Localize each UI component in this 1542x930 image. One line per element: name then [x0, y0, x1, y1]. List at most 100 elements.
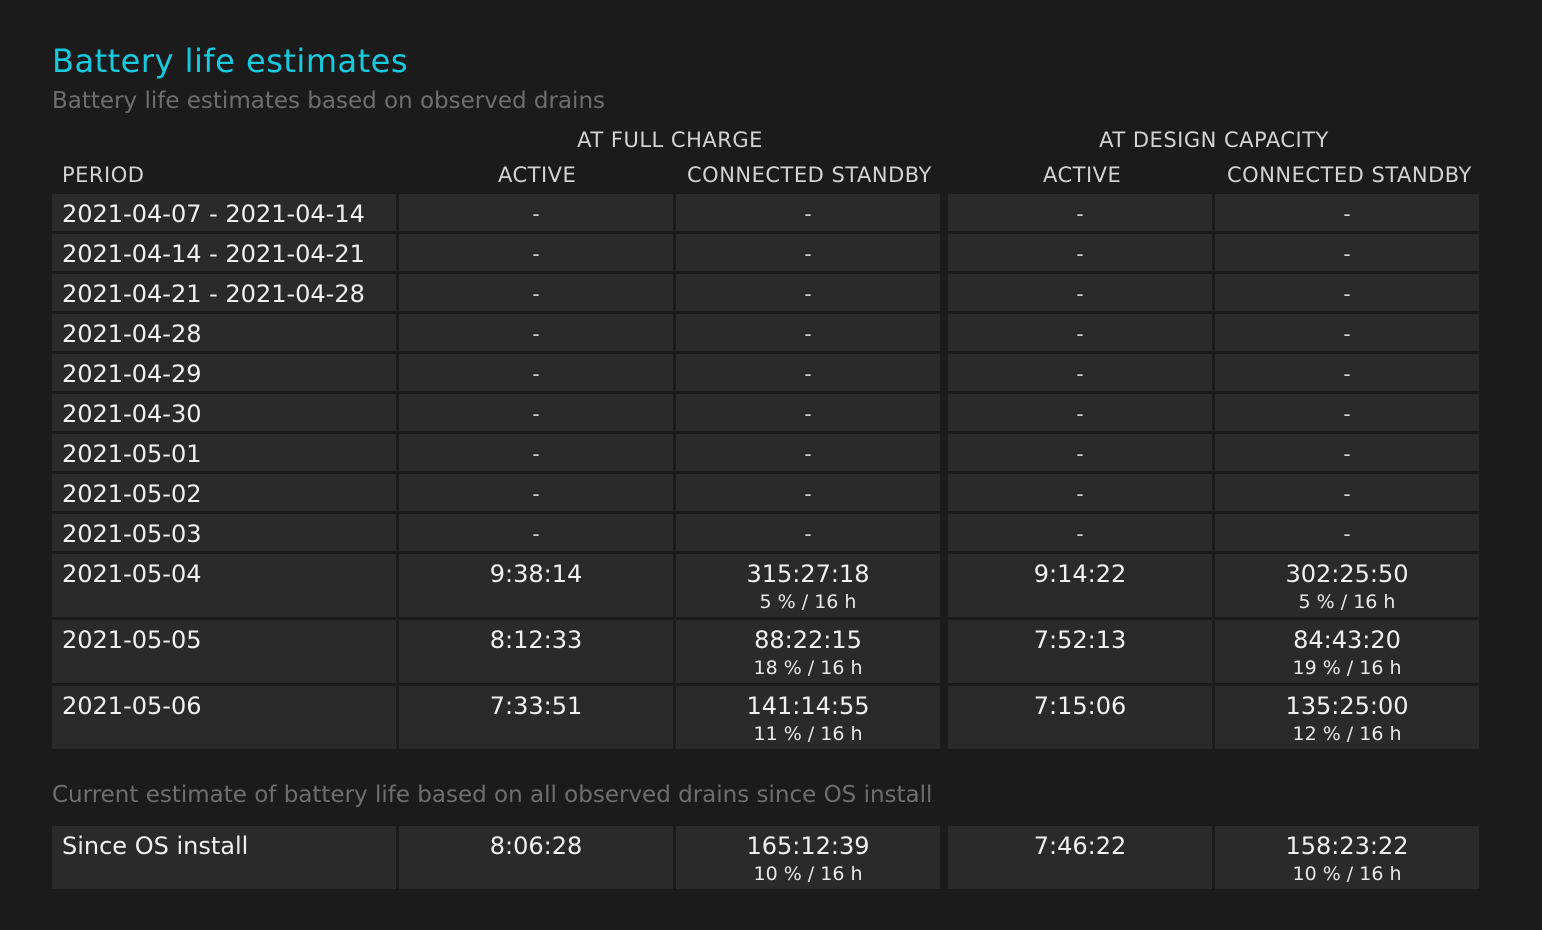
- value: -: [1076, 282, 1084, 306]
- value: 9:14:22: [1033, 560, 1127, 588]
- full-charge-active-cell: -: [399, 474, 676, 514]
- design-standby-cell: -: [1215, 394, 1482, 434]
- value: 302:25:50: [1285, 560, 1409, 588]
- drain-rate: 12 % / 16 h: [1292, 723, 1402, 745]
- page-subtitle: Battery life estimates based on observed…: [52, 88, 606, 114]
- period-cell: 2021-05-06: [52, 686, 399, 752]
- value: -: [804, 362, 812, 386]
- period-label: 2021-04-14 - 2021-04-21: [62, 240, 365, 268]
- value: -: [1343, 282, 1351, 306]
- table-row: 2021-04-28 - - - -: [52, 314, 1482, 354]
- full-charge-standby-cell: -: [676, 274, 948, 314]
- value: 84:43:20: [1293, 626, 1401, 654]
- design-standby-cell: 302:25:50 5 % / 16 h: [1215, 554, 1482, 620]
- design-standby-cell: -: [1215, 234, 1482, 274]
- design-active-cell: 7:46:22: [948, 826, 1215, 892]
- value: 165:12:39: [746, 832, 870, 860]
- period-label: 2021-04-30: [62, 400, 202, 428]
- period-cell: Since OS install: [52, 826, 399, 892]
- value: -: [1076, 482, 1084, 506]
- estimates-table: 2021-04-07 - 2021-04-14- - - -2021-04-14 - …: [52, 194, 1482, 752]
- value: -: [1343, 362, 1351, 386]
- table-row: 2021-05-03 - - - -: [52, 514, 1482, 554]
- design-active-cell: -: [948, 314, 1215, 354]
- value: -: [804, 402, 812, 426]
- value: -: [532, 242, 540, 266]
- full-charge-standby-cell: -: [676, 194, 948, 234]
- value: -: [804, 242, 812, 266]
- column-header-full-charge-standby: CONNECTED STANDBY: [687, 163, 932, 187]
- full-charge-active-cell: -: [399, 194, 676, 234]
- design-standby-cell: -: [1215, 314, 1482, 354]
- full-charge-active-cell: -: [399, 274, 676, 314]
- full-charge-active-cell: 8:12:33: [399, 620, 676, 686]
- design-active-cell: 7:15:06: [948, 686, 1215, 752]
- value: -: [1076, 522, 1084, 546]
- drain-rate: 18 % / 16 h: [753, 657, 863, 679]
- full-charge-standby-cell: -: [676, 354, 948, 394]
- full-charge-active-cell: -: [399, 314, 676, 354]
- value: -: [1343, 242, 1351, 266]
- drain-rate: 10 % / 16 h: [1292, 863, 1402, 885]
- drain-rate: 19 % / 16 h: [1292, 657, 1402, 679]
- design-active-cell: -: [948, 234, 1215, 274]
- period-label: 2021-05-06: [62, 692, 202, 720]
- full-charge-standby-cell: 165:12:39 10 % / 16 h: [676, 826, 948, 892]
- column-header-design-standby: CONNECTED STANDBY: [1227, 163, 1472, 187]
- since-install-note: Current estimate of battery life based o…: [52, 782, 933, 808]
- value: -: [804, 442, 812, 466]
- group-header-full-charge: AT FULL CHARGE: [577, 128, 763, 152]
- full-charge-active-cell: 9:38:14: [399, 554, 676, 620]
- design-standby-cell: -: [1215, 274, 1482, 314]
- value: 7:52:13: [1033, 626, 1127, 654]
- full-charge-active-cell: 8:06:28: [399, 826, 676, 892]
- period-label: Since OS install: [62, 832, 249, 860]
- full-charge-standby-cell: -: [676, 394, 948, 434]
- value: 135:25:00: [1285, 692, 1409, 720]
- value: 8:12:33: [489, 626, 583, 654]
- design-active-cell: -: [948, 474, 1215, 514]
- value: -: [532, 442, 540, 466]
- period-cell: 2021-04-07 - 2021-04-14: [52, 194, 399, 234]
- design-standby-cell: -: [1215, 474, 1482, 514]
- period-label: 2021-04-07 - 2021-04-14: [62, 200, 365, 228]
- value: -: [532, 402, 540, 426]
- table-row: 2021-04-30 - - - -: [52, 394, 1482, 434]
- value: -: [1343, 522, 1351, 546]
- value: -: [532, 202, 540, 226]
- value: 9:38:14: [489, 560, 583, 588]
- value: -: [1076, 362, 1084, 386]
- design-standby-cell: 158:23:22 10 % / 16 h: [1215, 826, 1482, 892]
- period-label: 2021-04-28: [62, 320, 202, 348]
- group-header-design-capacity: AT DESIGN CAPACITY: [1099, 128, 1329, 152]
- value: -: [1076, 442, 1084, 466]
- full-charge-active-cell: -: [399, 234, 676, 274]
- full-charge-active-cell: -: [399, 434, 676, 474]
- table-row: Since OS install 8:06:28 165:12:39 10 % /…: [52, 826, 1482, 892]
- value: 7:15:06: [1033, 692, 1127, 720]
- period-label: 2021-05-03: [62, 520, 202, 548]
- page-title: Battery life estimates: [52, 42, 408, 80]
- period-cell: 2021-04-28: [52, 314, 399, 354]
- table-row: 2021-04-14 - 2021-04-21 - - - -: [52, 234, 1482, 274]
- column-header-design-active: ACTIVE: [1043, 163, 1122, 187]
- value: -: [532, 482, 540, 506]
- full-charge-standby-cell: -: [676, 314, 948, 354]
- period-label: 2021-05-01: [62, 440, 202, 468]
- period-label: 2021-04-21 - 2021-04-28: [62, 280, 365, 308]
- value: -: [1343, 202, 1351, 226]
- drain-rate: 11 % / 16 h: [753, 723, 863, 745]
- estimates-body: 2021-04-07 - 2021-04-14- - - -2021-04-14 - …: [52, 194, 1482, 752]
- design-active-cell: -: [948, 394, 1215, 434]
- value: -: [1076, 202, 1084, 226]
- value: -: [804, 482, 812, 506]
- full-charge-active-cell: -: [399, 514, 676, 554]
- table-row: 2021-04-29 - - - -: [52, 354, 1482, 394]
- design-active-cell: -: [948, 434, 1215, 474]
- battery-report-page: Battery life estimates Battery life esti…: [0, 0, 1542, 930]
- full-charge-standby-cell: -: [676, 234, 948, 274]
- design-active-cell: 9:14:22: [948, 554, 1215, 620]
- value: 315:27:18: [746, 560, 870, 588]
- value: -: [804, 322, 812, 346]
- table-row: 2021-05-04 9:38:14 315:27:18 5 % / 16 h 9:14…: [52, 554, 1482, 620]
